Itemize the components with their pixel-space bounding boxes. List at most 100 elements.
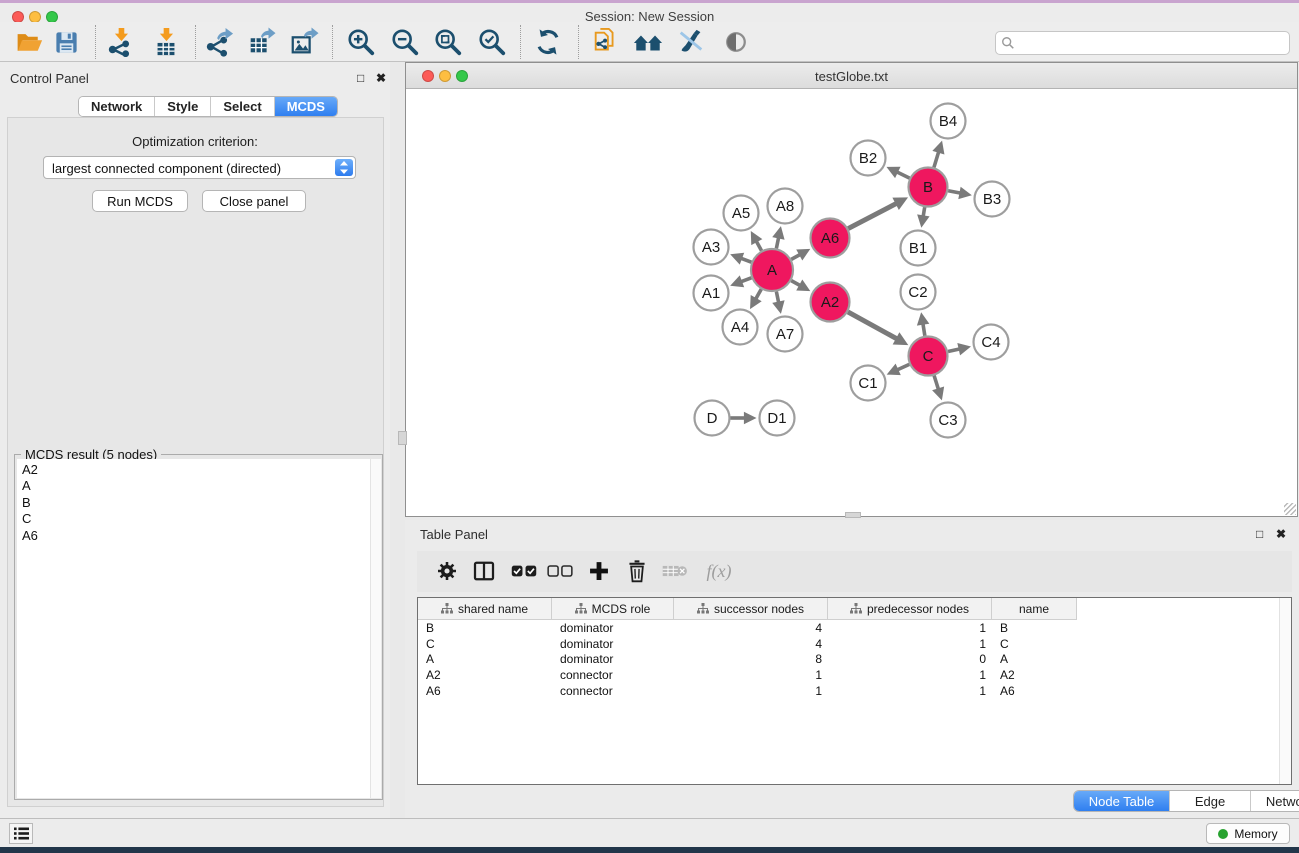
table-cell[interactable]: A (992, 651, 1077, 667)
table-cell[interactable]: 8 (674, 651, 828, 667)
float-panel-icon[interactable]: □ (357, 71, 364, 85)
duplicate-network-icon[interactable] (590, 26, 622, 58)
mcds-result-item[interactable]: A2 (22, 462, 381, 478)
import-table-icon[interactable] (150, 26, 182, 58)
tab-network-table[interactable]: Network Table (1250, 791, 1299, 811)
result-scrollbar[interactable] (370, 459, 381, 798)
tab-network[interactable]: Network (79, 97, 154, 116)
zoom-in-icon[interactable] (345, 26, 377, 58)
tab-node-table[interactable]: Node Table (1074, 791, 1169, 811)
hide-annotations-icon[interactable] (675, 26, 707, 58)
add-column-icon[interactable] (584, 556, 614, 586)
table-cell[interactable]: C (418, 636, 552, 652)
table-body[interactable]: Bdominator41BCdominator41CAdominator80AA… (418, 620, 1291, 698)
network-canvas[interactable]: AA1A2A3A4A5A6A7A8BB1B2B3B4CC1C2C3C4DD1 (406, 89, 1297, 516)
eye-icon[interactable] (720, 26, 752, 58)
network-window-titlebar[interactable]: testGlobe.txt (406, 63, 1297, 89)
table-cell[interactable]: dominator (552, 651, 674, 667)
import-network-icon[interactable] (105, 26, 137, 58)
table-cell[interactable]: A (418, 651, 552, 667)
run-mcds-button[interactable]: Run MCDS (92, 190, 188, 212)
criterion-select[interactable]: largest connected component (directed) (43, 156, 356, 179)
table-cell[interactable]: dominator (552, 620, 674, 636)
select-all-icon[interactable] (509, 556, 539, 586)
table-row[interactable]: Cdominator41C (418, 636, 1291, 652)
graph-edge[interactable] (896, 364, 909, 370)
graph-edge[interactable] (848, 203, 897, 229)
deselect-all-icon[interactable] (545, 556, 575, 586)
graph-edge[interactable] (948, 191, 961, 193)
table-cell[interactable]: A2 (418, 667, 552, 683)
table-cell[interactable]: 4 (674, 636, 828, 652)
node-table[interactable]: shared name MCDS role successor nodes pr… (417, 597, 1292, 785)
splitter-handle[interactable] (845, 512, 861, 518)
table-cell[interactable]: 1 (828, 620, 992, 636)
splitter-handle[interactable] (398, 431, 407, 445)
table-cell[interactable]: B (992, 620, 1077, 636)
tab-style[interactable]: Style (154, 97, 210, 116)
export-table-icon[interactable] (245, 26, 277, 58)
table-cell[interactable]: connector (552, 667, 674, 683)
graph-edge[interactable] (896, 172, 910, 179)
column-header-shared-name[interactable]: shared name (418, 598, 552, 620)
graph-edge[interactable] (848, 312, 898, 339)
search-input[interactable] (995, 31, 1290, 55)
table-cell[interactable]: 1 (828, 667, 992, 683)
table-cell[interactable]: A6 (992, 683, 1077, 699)
mcds-result-item[interactable]: A6 (22, 528, 381, 544)
mcds-result-item[interactable]: A (22, 478, 381, 494)
table-cell[interactable]: dominator (552, 636, 674, 652)
column-header-name[interactable]: name (992, 598, 1077, 620)
delete-column-icon[interactable] (622, 556, 652, 586)
function-builder-icon[interactable]: f(x) (699, 556, 739, 586)
table-row[interactable]: A6connector11A6 (418, 683, 1291, 699)
mcds-result-list[interactable]: A2ABCA6 (17, 459, 381, 798)
graph-edge[interactable] (934, 151, 939, 168)
float-table-panel-icon[interactable]: □ (1256, 527, 1263, 541)
refresh-layout-icon[interactable] (532, 26, 564, 58)
table-cell[interactable]: B (418, 620, 552, 636)
zoom-fit-icon[interactable] (432, 26, 464, 58)
memory-button[interactable]: Memory (1206, 823, 1290, 844)
tab-mcds[interactable]: MCDS (274, 97, 337, 116)
zoom-selected-icon[interactable] (476, 26, 508, 58)
table-row[interactable]: Bdominator41B (418, 620, 1291, 636)
zoom-out-icon[interactable] (389, 26, 421, 58)
graph-edge[interactable] (934, 376, 939, 391)
export-image-icon[interactable] (288, 26, 320, 58)
table-cell[interactable]: 1 (828, 683, 992, 699)
table-cell[interactable]: C (992, 636, 1077, 652)
search-field[interactable] (995, 31, 1290, 55)
mcds-result-item[interactable]: B (22, 495, 381, 511)
settings-gear-icon[interactable] (432, 556, 462, 586)
save-session-icon[interactable] (50, 26, 82, 58)
tab-edge-table[interactable]: Edge Table (1169, 791, 1250, 811)
open-file-icon[interactable] (13, 26, 45, 58)
mcds-result-item[interactable]: C (22, 511, 381, 527)
column-header-predecessor-nodes[interactable]: predecessor nodes (828, 598, 992, 620)
home-icon[interactable] (632, 26, 664, 58)
close-panel-button[interactable]: Close panel (202, 190, 306, 212)
table-scrollbar[interactable] (1279, 598, 1291, 784)
close-table-panel-icon[interactable]: ✖ (1276, 527, 1286, 541)
table-cell[interactable]: 0 (828, 651, 992, 667)
table-row[interactable]: Adominator80A (418, 651, 1291, 667)
column-header-mcds-role[interactable]: MCDS role (552, 598, 674, 620)
table-cell[interactable]: A2 (992, 667, 1077, 683)
table-row[interactable]: A2connector11A2 (418, 667, 1291, 683)
split-columns-icon[interactable] (469, 556, 499, 586)
table-cell[interactable]: 4 (674, 620, 828, 636)
table-cell[interactable]: connector (552, 683, 674, 699)
table-cell[interactable]: 1 (674, 683, 828, 699)
network-graph[interactable]: AA1A2A3A4A5A6A7A8BB1B2B3B4CC1C2C3C4DD1 (406, 89, 1297, 516)
column-header-successor-nodes[interactable]: successor nodes (674, 598, 828, 620)
table-cell[interactable]: 1 (674, 667, 828, 683)
table-cell[interactable]: 1 (828, 636, 992, 652)
resize-grip-icon[interactable] (1284, 503, 1296, 515)
tab-select[interactable]: Select (210, 97, 273, 116)
table-cell[interactable]: A6 (418, 683, 552, 699)
export-network-icon[interactable] (203, 26, 235, 58)
close-panel-icon[interactable]: ✖ (376, 71, 386, 85)
task-history-button[interactable] (9, 823, 33, 844)
delete-table-icon[interactable] (660, 556, 690, 586)
